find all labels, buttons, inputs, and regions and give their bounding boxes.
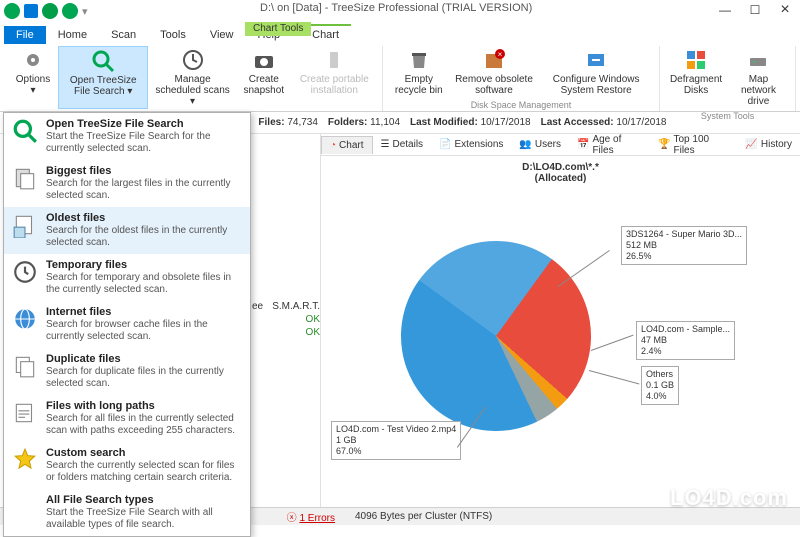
search-icon xyxy=(91,49,115,73)
dd-internet-files[interactable]: Internet filesSearch for browser cache f… xyxy=(4,301,250,348)
scan-icon[interactable] xyxy=(62,3,78,19)
close-button[interactable]: × xyxy=(770,0,800,20)
globe-icon xyxy=(12,306,38,332)
dd-open-file-search[interactable]: Open TreeSize File SearchStart the TreeS… xyxy=(4,113,250,160)
callout-slice-3: Others0.1 GB4.0% xyxy=(641,366,679,405)
file-search-dropdown: Open TreeSize File SearchStart the TreeS… xyxy=(3,112,251,537)
box-remove-icon: × xyxy=(482,48,506,72)
dd-biggest-files[interactable]: Biggest filesSearch for the largest file… xyxy=(4,160,250,207)
network-drive-icon xyxy=(746,48,770,72)
open-file-search-button[interactable]: Open TreeSize File Search ▾ xyxy=(58,46,148,109)
calendar-icon: 📅 xyxy=(577,139,589,150)
ext-icon: 📄 xyxy=(439,139,451,150)
app-icon xyxy=(4,3,20,19)
restore-icon xyxy=(584,48,608,72)
options-button[interactable]: Options ▾ xyxy=(10,46,56,109)
chart-view-tabs: ◔Chart ☰Details 📄Extensions 👥Users 📅Age … xyxy=(321,134,800,156)
long-path-icon xyxy=(12,400,38,426)
view-tab-age[interactable]: 📅Age of Files xyxy=(569,131,650,159)
qat-dropdown-icon[interactable]: ▾ xyxy=(82,5,88,18)
status-cluster: 4096 Bytes per Cluster (NTFS) xyxy=(355,511,492,522)
callout-slice-1: 3DS1264 - Super Mario 3D...512 MB26.5% xyxy=(621,226,747,265)
map-network-drive-button[interactable]: Map network drive xyxy=(728,46,789,109)
view-tab-extensions[interactable]: 📄Extensions xyxy=(431,136,511,153)
view-tab-chart[interactable]: ◔Chart xyxy=(321,136,373,154)
window-title: D:\ on [Data] - TreeSize Professional (T… xyxy=(260,2,710,14)
users-icon: 👥 xyxy=(519,139,531,150)
view-tab-details[interactable]: ☰Details xyxy=(373,136,432,153)
view-tab-users[interactable]: 👥Users xyxy=(511,136,569,153)
chart-title: D:\LO4D.com\*.* xyxy=(522,162,599,173)
oldest-files-icon xyxy=(12,212,38,238)
smart-status-peek: eeS.M.A.R.T. OK OK xyxy=(252,300,320,339)
defrag-icon xyxy=(684,48,708,72)
error-icon[interactable]: ⓧ xyxy=(287,513,300,524)
chart-tools-context-tab: Chart Tools xyxy=(245,22,311,36)
dd-temporary-files[interactable]: Temporary filesSearch for temporary and … xyxy=(4,254,250,301)
history-icon: 📈 xyxy=(745,139,757,150)
gear-icon xyxy=(21,48,45,72)
dd-long-paths[interactable]: Files with long pathsSearch for all file… xyxy=(4,395,250,442)
callout-slice-2: LO4D.com - Sample...47 MB2.4% xyxy=(636,321,735,360)
pie-icon: ◔ xyxy=(330,140,336,151)
all-types-icon xyxy=(12,494,38,520)
ribbon: Options ▾ Open TreeSize File Search ▾ Ma… xyxy=(0,44,800,112)
callout-slice-4: LO4D.com - Test Video 2.mp41 GB67.0% xyxy=(331,421,461,460)
clock-file-icon xyxy=(12,259,38,285)
usb-icon xyxy=(322,48,346,72)
chart-subtitle: (Allocated) xyxy=(535,173,587,184)
minimize-button[interactable]: — xyxy=(710,0,740,20)
trophy-icon: 🏆 xyxy=(658,139,670,150)
dd-all-search-types[interactable]: All File Search typesStart the TreeSize … xyxy=(4,489,250,536)
tab-tools[interactable]: Tools xyxy=(148,26,198,44)
remove-obsolete-button[interactable]: × Remove obsolete software xyxy=(451,46,537,98)
empty-recycle-bin-button[interactable]: Empty recycle bin xyxy=(389,46,449,98)
ribbon-tabs: File Home Scan Tools View Help Chart xyxy=(0,22,800,44)
biggest-files-icon xyxy=(12,165,38,191)
view-tab-top100[interactable]: 🏆Top 100 Files xyxy=(650,131,737,159)
configure-restore-button[interactable]: Configure Windows System Restore xyxy=(539,46,653,98)
tab-file[interactable]: File xyxy=(4,26,46,44)
chart-canvas: D:\LO4D.com\*.*(Allocated) 3DS1264 - Sup… xyxy=(321,156,800,507)
tab-view[interactable]: View xyxy=(198,26,246,44)
list-icon: ☰ xyxy=(381,139,390,150)
status-errors[interactable]: 1 Errors xyxy=(299,513,335,524)
dd-duplicate-files[interactable]: Duplicate filesSearch for duplicate file… xyxy=(4,348,250,395)
duplicate-icon xyxy=(12,353,38,379)
defragment-button[interactable]: Defragment Disks xyxy=(666,46,726,109)
manage-scheduled-scans-button[interactable]: Manage scheduled scans ▾ xyxy=(150,46,234,109)
svg-text:×: × xyxy=(498,50,503,59)
tab-scan[interactable]: Scan xyxy=(99,26,148,44)
camera-icon xyxy=(252,48,276,72)
tab-home[interactable]: Home xyxy=(46,26,99,44)
create-snapshot-button[interactable]: Create snapshot xyxy=(237,46,291,109)
trash-icon xyxy=(407,48,431,72)
maximize-button[interactable]: ☐ xyxy=(740,0,770,20)
dd-custom-search[interactable]: Custom searchSearch the currently select… xyxy=(4,442,250,489)
create-portable-button: Create portable installation xyxy=(293,46,376,109)
star-search-icon xyxy=(12,447,38,473)
view-tab-history[interactable]: 📈History xyxy=(737,136,800,153)
chart-panel: ◔Chart ☰Details 📄Extensions 👥Users 📅Age … xyxy=(320,134,800,507)
save-icon[interactable] xyxy=(24,4,38,18)
dd-oldest-files[interactable]: Oldest filesSearch for the oldest files … xyxy=(4,207,250,254)
search-green-icon xyxy=(12,118,38,144)
clock-icon xyxy=(181,48,205,72)
refresh-icon[interactable] xyxy=(42,3,58,19)
